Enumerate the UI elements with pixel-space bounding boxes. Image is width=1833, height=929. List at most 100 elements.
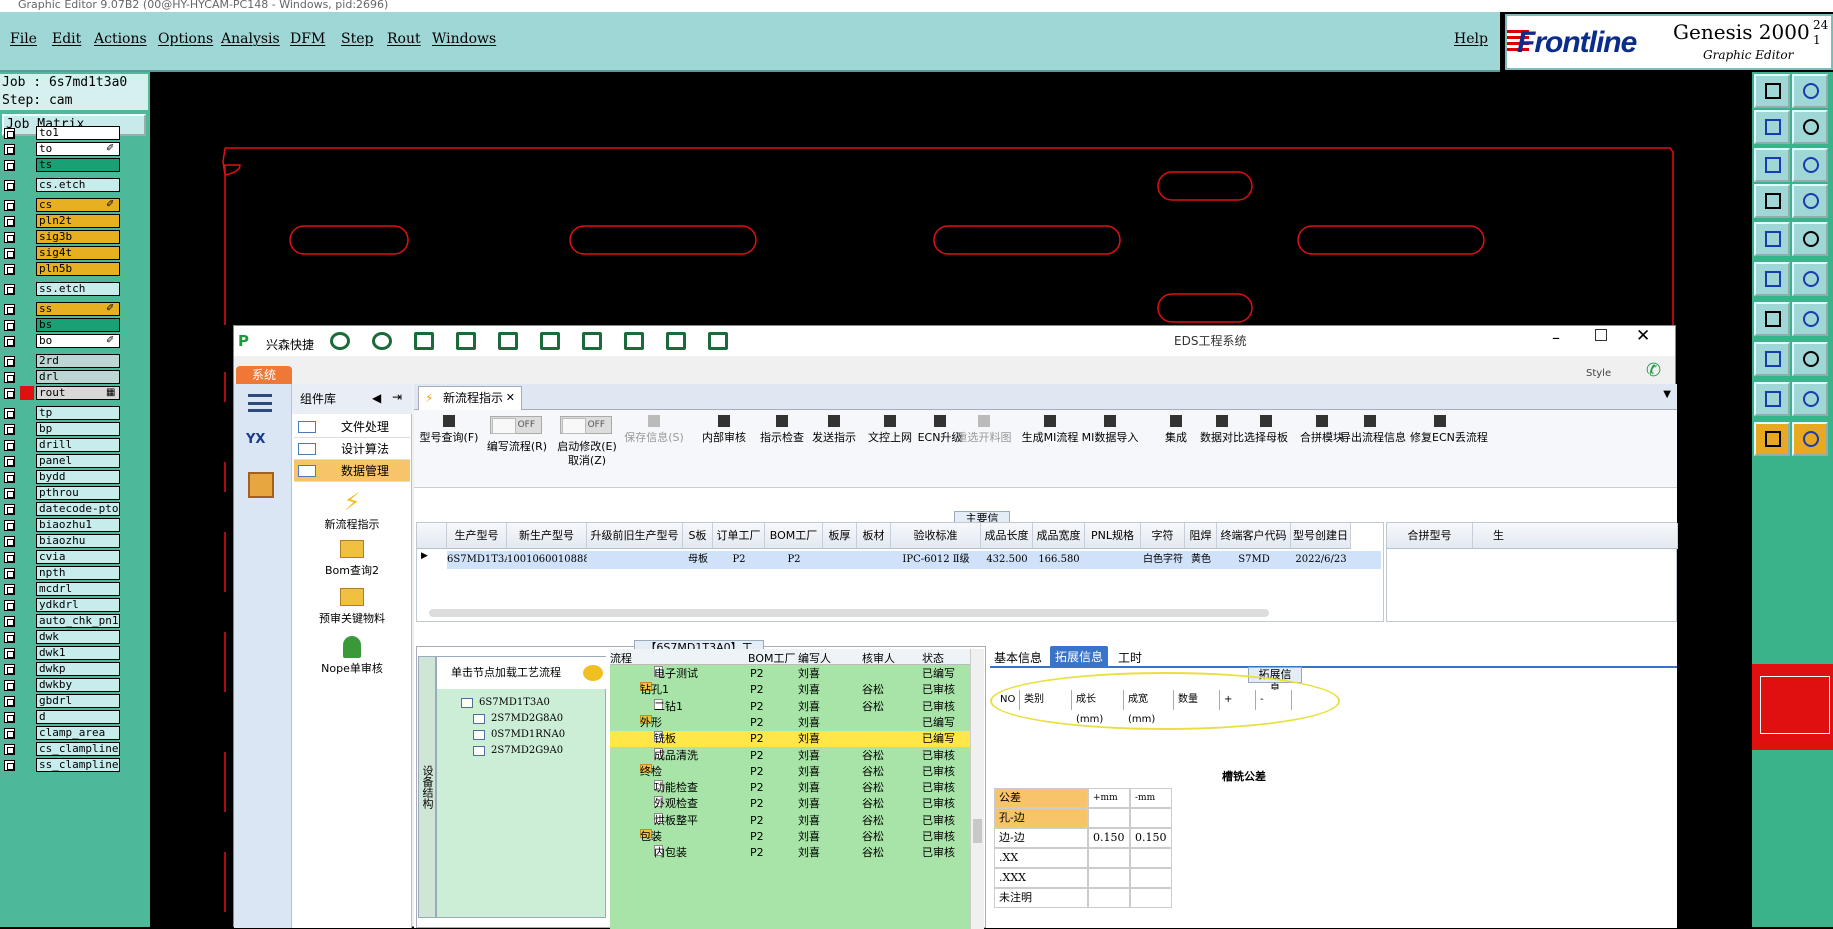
ribbon-button[interactable]: 导出流程信息 — [1340, 410, 1406, 488]
toolbar-button[interactable] — [1792, 342, 1828, 376]
layer-row[interactable]: biaozhu — [2, 534, 120, 549]
grid-cell[interactable] — [587, 551, 683, 569]
layer-name[interactable]: biaozhu — [36, 534, 120, 548]
layer-name[interactable]: clamp_area — [36, 726, 120, 740]
pre-review-button[interactable]: 预审关键物料 — [292, 584, 412, 626]
layer-name[interactable]: dwk — [36, 630, 120, 644]
tab-dropdown-icon[interactable]: ▼ — [1663, 389, 1671, 400]
grid-cell[interactable] — [1085, 551, 1141, 569]
ribbon-button[interactable]: 取消(Z) — [554, 452, 620, 530]
toolbar-button[interactable] — [1754, 422, 1790, 456]
menu-options[interactable]: Options — [158, 31, 213, 47]
grid-cell[interactable]: 黄色 — [1185, 551, 1217, 569]
comp-menu-algorithm[interactable]: 设计算法 — [294, 438, 410, 460]
flow-header-cell[interactable]: 核审人 — [862, 650, 895, 666]
layer-name[interactable]: sig4t — [36, 246, 120, 260]
tab-close-icon[interactable]: ✕ — [506, 387, 515, 409]
flow-header-cell[interactable]: 流程 — [610, 650, 632, 666]
flow-scrollbar[interactable] — [970, 649, 984, 929]
list-icon[interactable] — [582, 332, 602, 350]
lifebuoy-icon[interactable] — [372, 332, 392, 350]
flow-row[interactable]: 包装 P2 刘喜 谷松 已审核 — [610, 829, 970, 845]
ribbon-button[interactable]: 指示检查 — [752, 410, 812, 488]
ribbon-button[interactable]: 生成MI流程 — [1020, 410, 1080, 488]
grid-cell[interactable] — [857, 551, 891, 569]
ribbon-button[interactable]: 发送指示 — [804, 410, 864, 488]
layer-name[interactable]: ss.etch — [36, 282, 120, 296]
tree-node[interactable]: 0S7MD1RNA0 — [473, 729, 565, 740]
toolbar-button[interactable] — [1754, 184, 1790, 218]
toolbar-button[interactable] — [1754, 148, 1790, 182]
layer-checkbox[interactable] — [4, 200, 15, 211]
toolbar-button[interactable] — [1792, 74, 1828, 108]
tolerance-cell[interactable] — [1130, 848, 1172, 868]
grid-header[interactable]: 订单工厂 — [713, 523, 765, 549]
ribbon-button[interactable]: OFF 编写流程(R) — [484, 410, 550, 488]
ribbon-button[interactable]: 保存信息(S) — [624, 410, 684, 488]
tolerance-cell[interactable]: .XX — [994, 848, 1088, 868]
layer-row[interactable]: 2rd — [2, 354, 120, 369]
chat-icon[interactable] — [583, 665, 603, 681]
layer-checkbox[interactable] — [4, 336, 15, 347]
layer-row[interactable]: bp — [2, 422, 120, 437]
flow-row[interactable]: 钻孔1 P2 刘喜 谷松 已审核 — [610, 682, 970, 698]
layer-name[interactable]: pln2t — [36, 214, 120, 228]
layer-checkbox[interactable] — [4, 600, 15, 611]
film-icon[interactable] — [498, 332, 518, 350]
grid-header[interactable]: 板材 — [857, 523, 891, 549]
menu-step[interactable]: Step — [341, 31, 373, 47]
tolerance-cell[interactable] — [1130, 888, 1172, 908]
search-icon[interactable] — [330, 332, 350, 350]
toolbar-button[interactable] — [1754, 110, 1790, 144]
layer-name[interactable]: drill — [36, 438, 120, 452]
tolerance-cell[interactable]: 0.150 — [1088, 828, 1130, 848]
grid-header[interactable]: 阻焊 — [1185, 523, 1217, 549]
layer-name[interactable]: ss_clampline — [36, 758, 120, 772]
layer-name[interactable]: to1 — [36, 126, 120, 140]
menu-edit[interactable]: Edit — [52, 31, 81, 47]
flow-row[interactable]: 功能检查 P2 刘喜 谷松 已审核 — [610, 780, 970, 796]
toggle-switch[interactable]: OFF — [490, 416, 542, 434]
grid-cell[interactable]: 432.500 — [981, 551, 1033, 569]
layer-row[interactable]: sig4t — [2, 246, 120, 261]
layer-row[interactable]: dwkp — [2, 662, 120, 677]
menu-windows[interactable]: Windows — [432, 31, 496, 47]
merge-grid[interactable]: 合拼型号生 — [1386, 522, 1678, 622]
layer-name[interactable]: gbdrl — [36, 694, 120, 708]
layer-checkbox[interactable] — [4, 584, 15, 595]
tab-work-hours[interactable]: 工时 — [1118, 649, 1142, 666]
layer-name[interactable]: cs_clampline — [36, 742, 120, 756]
tree-node[interactable]: 6S7MD1T3A0 — [461, 697, 550, 708]
tolerance-cell[interactable] — [1088, 888, 1130, 908]
layer-row[interactable]: drl — [2, 370, 120, 385]
tolerance-cell[interactable] — [1130, 808, 1172, 828]
layer-row[interactable]: cs_clampline — [2, 742, 120, 757]
layer-checkbox[interactable] — [4, 144, 15, 155]
layer-checkbox[interactable] — [4, 456, 15, 467]
tolerance-cell[interactable] — [1088, 808, 1130, 828]
layer-name[interactable]: auto_chk_pn1 — [36, 614, 120, 628]
main-info-grid[interactable]: 生产型号 6S7MD1T3A0新生产型号 10010600108884升级前旧生产型… — [416, 522, 1384, 622]
layer-row[interactable]: pln5b — [2, 262, 120, 277]
ribbon-button[interactable]: 选择母板 — [1236, 410, 1296, 488]
comp-menu-data[interactable]: 数据管理 — [294, 460, 410, 482]
pin-icon[interactable]: ⇥ — [392, 390, 402, 404]
grid-header[interactable]: 生 — [1473, 523, 1678, 549]
toolbar-button[interactable] — [1792, 422, 1828, 456]
layer-row[interactable]: datecode-pto — [2, 502, 120, 517]
phone-icon[interactable]: ✆ — [1646, 360, 1661, 381]
layer-checkbox[interactable] — [4, 440, 15, 451]
layer-checkbox[interactable] — [4, 664, 15, 675]
layer-row[interactable]: d — [2, 710, 120, 725]
layer-name[interactable]: biaozhu1 — [36, 518, 120, 532]
layer-name[interactable]: ts — [36, 158, 120, 172]
layer-checkbox[interactable] — [4, 304, 15, 315]
monitor-icon[interactable] — [708, 332, 728, 350]
tolerance-cell[interactable]: 孔-边 — [994, 808, 1088, 828]
toolbar-button[interactable] — [1754, 74, 1790, 108]
layer-row[interactable]: cs ✐ — [2, 198, 120, 213]
layer-row[interactable]: ss.etch — [2, 282, 120, 297]
layer-name[interactable]: bp — [36, 422, 120, 436]
grid-header[interactable]: BOM工厂 — [765, 523, 823, 549]
layer-row[interactable]: cs.etch — [2, 178, 120, 193]
